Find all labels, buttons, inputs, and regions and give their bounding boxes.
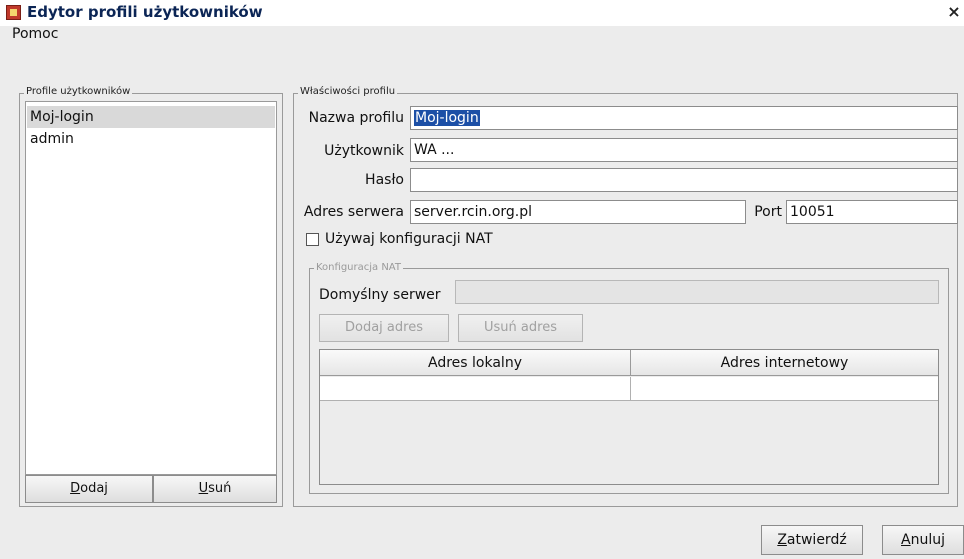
add-address-button[interactable]: Dodaj adres <box>319 314 449 342</box>
menu-bar <box>0 26 964 74</box>
password-input[interactable] <box>410 168 958 192</box>
profile-item-admin[interactable]: admin <box>27 128 275 150</box>
cancel-button[interactable]: Anuluj <box>882 525 964 555</box>
column-header-local-address[interactable]: Adres lokalny <box>320 350 631 376</box>
close-button[interactable]: × <box>944 2 964 22</box>
menu-help[interactable]: Pomoc <box>12 26 58 42</box>
confirm-button[interactable]: Zatwierdź <box>761 525 863 555</box>
properties-group-label: Właściwości profilu <box>298 86 398 97</box>
nat-checkbox[interactable] <box>306 233 319 246</box>
default-server-label: Domyślny serwer <box>319 287 441 303</box>
profile-item-moj-login[interactable]: Moj-login <box>27 106 275 128</box>
table-cell-internet[interactable] <box>631 377 938 401</box>
port-label: Port <box>754 204 782 220</box>
default-server-input[interactable] <box>455 280 939 304</box>
app-icon <box>6 5 21 20</box>
profile-list[interactable]: Moj-login admin <box>25 101 277 475</box>
server-address-input[interactable]: server.rcin.org.pl <box>410 200 746 224</box>
profile-name-label: Nazwa profilu <box>308 110 404 126</box>
server-address-label: Adres serwera <box>303 204 404 220</box>
add-profile-button[interactable]: Dodaj <box>25 475 153 503</box>
nat-group-label: Konfiguracja NAT <box>314 262 403 273</box>
nat-address-table[interactable]: Adres lokalny Adres internetowy <box>319 349 939 485</box>
window-title: Edytor profili użytkowników <box>27 3 263 21</box>
profiles-group-label: Profile użytkowników <box>24 86 133 97</box>
column-header-internet-address[interactable]: Adres internetowy <box>631 350 938 376</box>
port-input[interactable]: 10051 <box>786 200 958 224</box>
table-cell-local[interactable] <box>320 377 631 401</box>
user-input[interactable]: WA ... <box>410 138 958 162</box>
profile-name-input[interactable]: Moj-login <box>410 106 958 130</box>
user-label: Użytkownik <box>324 143 404 159</box>
remove-address-button[interactable]: Usuń adres <box>458 314 583 342</box>
password-label: Hasło <box>365 172 404 188</box>
remove-profile-button[interactable]: Usuń <box>153 475 277 503</box>
nat-checkbox-label[interactable]: Używaj konfiguracji NAT <box>325 231 493 247</box>
